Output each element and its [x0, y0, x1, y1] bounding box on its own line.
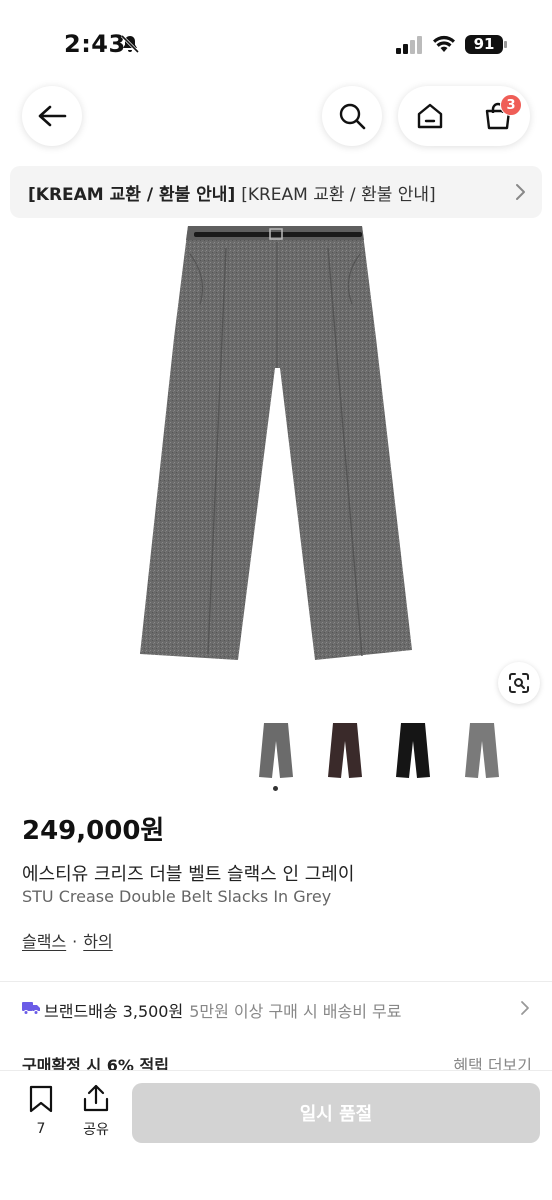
- shipping-fee: 브랜드배송 3,500원: [44, 1002, 184, 1021]
- thumbnail-image: [328, 723, 362, 778]
- notice-text: [KREAM 교환 / 환불 안내]: [241, 184, 436, 205]
- section-divider: [0, 981, 552, 982]
- selected-thumbnail-indicator: [273, 786, 278, 791]
- thumbnail-light-grey[interactable]: [455, 716, 509, 784]
- share-button[interactable]: 공유: [74, 1083, 118, 1139]
- category-link-bottoms[interactable]: 하의: [83, 932, 112, 951]
- bell-slash-icon: [120, 34, 140, 54]
- search-button[interactable]: [322, 86, 382, 146]
- bookmark-count: 7: [36, 1121, 46, 1137]
- chevron-right-icon: [521, 1001, 529, 1015]
- notice-title: [KREAM 교환 / 환불 안내]: [28, 184, 236, 205]
- wifi-icon: [433, 35, 455, 52]
- battery-cap: [504, 41, 507, 48]
- exchange-refund-notice[interactable]: [KREAM 교환 / 환불 안내] [KREAM 교환 / 환불 안내]: [10, 166, 542, 218]
- product-name-english: STU Crease Double Belt Slacks In Grey: [22, 887, 332, 906]
- thumbnail-black[interactable]: [386, 716, 440, 784]
- shipping-label: 브랜드배송 3,500원 5만원 이상 구매 시 배송비 무료: [44, 998, 401, 1022]
- thumbnail-image: [396, 723, 430, 778]
- bookmark-button[interactable]: 7: [22, 1085, 60, 1137]
- status-time: 2:43: [64, 30, 126, 58]
- image-search-button[interactable]: [498, 662, 540, 704]
- truck-icon: [22, 1002, 40, 1015]
- thumbnail-grey[interactable]: [249, 716, 303, 784]
- cart-count-badge: 3: [500, 94, 522, 116]
- product-image[interactable]: [130, 218, 425, 666]
- product-price: 249,000원: [22, 816, 165, 846]
- thumbnail-brown[interactable]: [318, 716, 372, 784]
- sold-out-button[interactable]: 일시 품절: [132, 1083, 540, 1143]
- bookmark-icon: [29, 1085, 53, 1113]
- cellular-signal-icon: [396, 36, 422, 54]
- search-icon: [339, 103, 366, 130]
- back-arrow-icon: [38, 105, 67, 127]
- points-label: 구매확정 시 6% 적립: [22, 1056, 169, 1072]
- back-button[interactable]: [22, 86, 82, 146]
- share-label: 공유: [83, 1122, 109, 1138]
- product-name-korean: 에스티유 크리즈 더블 벨트 슬랙스 인 그레이: [22, 864, 355, 885]
- thumbnail-image: [259, 723, 293, 778]
- header-action-group: 3: [398, 86, 530, 146]
- shipping-info-row[interactable]: 브랜드배송 3,500원 5만원 이상 구매 시 배송비 무료: [22, 998, 534, 1022]
- status-bar: 2:43 91: [0, 0, 552, 80]
- more-benefits-link[interactable]: 혜택 더보기: [453, 1052, 532, 1072]
- category-link-slacks[interactable]: 슬랙스: [22, 932, 66, 951]
- chevron-right-icon: [516, 184, 525, 200]
- bottom-action-bar: 7 공유 일시 품절: [0, 1070, 552, 1200]
- points-benefit-row[interactable]: 구매확정 시 6% 적립 혜택 더보기: [22, 1052, 532, 1072]
- thumbnail-image: [465, 723, 499, 778]
- share-icon: [83, 1084, 109, 1112]
- lens-scan-icon: [509, 673, 529, 693]
- home-icon: [417, 103, 443, 129]
- home-button[interactable]: [412, 98, 448, 134]
- battery-indicator: 91: [465, 35, 503, 54]
- free-shipping-note: 5만원 이상 구매 시 배송비 무료: [189, 1002, 402, 1021]
- category-separator: ·: [72, 932, 78, 951]
- category-breadcrumb: 슬랙스 · 하의: [22, 928, 113, 952]
